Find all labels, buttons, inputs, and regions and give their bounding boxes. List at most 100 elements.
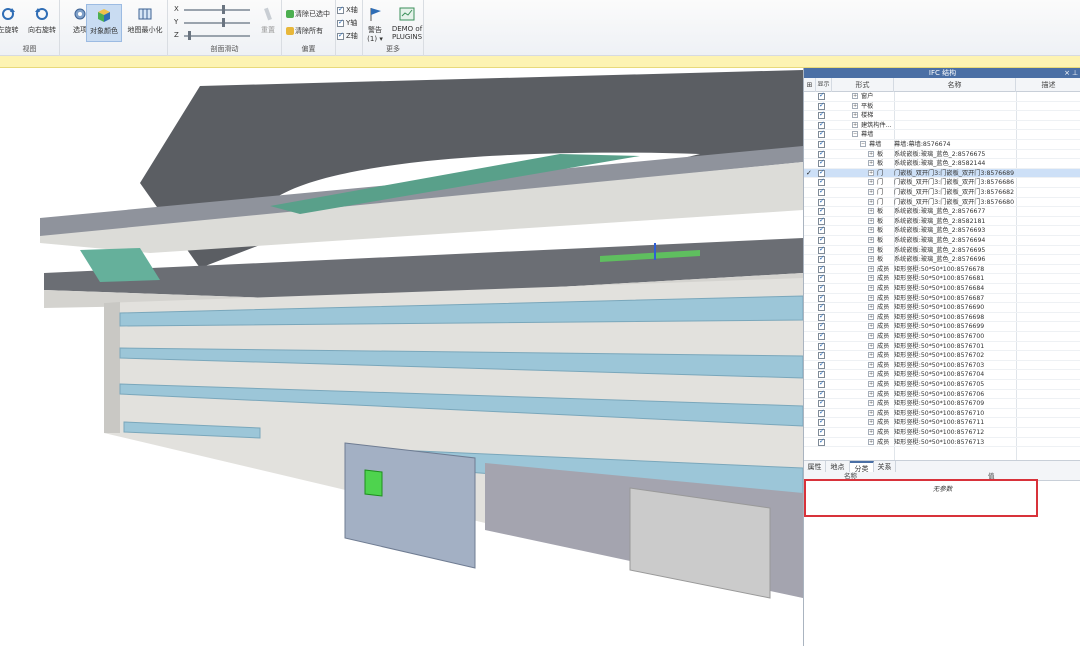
tree-row[interactable]: +成员矩形竖梃:50*50*100:8576710 bbox=[804, 408, 1080, 419]
tree-row[interactable]: +成员矩形竖梃:50*50*100:8576706 bbox=[804, 389, 1080, 400]
visibility-checkbox[interactable] bbox=[818, 379, 825, 388]
expand-toggle-icon[interactable]: + bbox=[868, 189, 874, 195]
tree-row[interactable]: +板 系统嵌板:玻璃_蓝色_2:8576675 bbox=[804, 149, 1080, 160]
tree-row[interactable]: +平板 bbox=[804, 101, 1080, 112]
expand-toggle-icon[interactable]: − bbox=[852, 131, 858, 138]
visibility-checkbox[interactable] bbox=[818, 273, 825, 283]
tree-row[interactable]: +门 门嵌板_双开门3:门嵌板_双开门3:8576680 bbox=[804, 197, 1080, 208]
visibility-checkbox[interactable] bbox=[818, 235, 825, 244]
visibility-checkbox[interactable] bbox=[818, 408, 825, 417]
tree-row[interactable]: +板 系统嵌板:玻璃_蓝色_2:8576677 bbox=[804, 206, 1080, 217]
visibility-checkbox[interactable] bbox=[818, 110, 825, 120]
visibility-checkbox[interactable] bbox=[818, 129, 825, 139]
tree-row[interactable]: +成员矩形竖梃:50*50*100:8576712 bbox=[804, 427, 1080, 438]
tree-row[interactable]: +成员矩形竖梃:50*50*100:8576709 bbox=[804, 398, 1080, 409]
visibility-checkbox[interactable] bbox=[818, 389, 825, 398]
tree-row[interactable]: +成员矩形竖梃:50*50*100:8576678 bbox=[804, 264, 1080, 275]
visibility-checkbox[interactable] bbox=[818, 225, 825, 235]
axis-x-toggle[interactable]: X轴 bbox=[337, 5, 358, 15]
tree-row[interactable]: +成员矩形竖梃:50*50*100:8576703 bbox=[804, 360, 1080, 371]
visibility-checkbox[interactable] bbox=[818, 398, 825, 408]
expand-toggle-icon[interactable]: + bbox=[852, 93, 858, 99]
expand-toggle-icon[interactable]: + bbox=[868, 160, 874, 167]
tree-row[interactable]: +窗户 bbox=[804, 92, 1080, 102]
tree-row[interactable]: +成员矩形竖梃:50*50*100:8576690 bbox=[804, 302, 1080, 313]
header-visible[interactable]: 显示 bbox=[816, 78, 832, 92]
visibility-checkbox[interactable] bbox=[818, 283, 825, 292]
tree-row[interactable]: +成员矩形竖梃:50*50*100:8576701 bbox=[804, 341, 1080, 352]
expand-toggle-icon[interactable]: + bbox=[868, 313, 874, 320]
close-icon[interactable]: × bbox=[1063, 68, 1071, 78]
tree-row[interactable]: +板 系统嵌板:玻璃_蓝色_2:8576695 bbox=[804, 245, 1080, 256]
3d-viewport[interactable] bbox=[0, 68, 803, 646]
visibility-checkbox[interactable] bbox=[818, 293, 825, 302]
rotate-right-button[interactable]: 向右旋转 bbox=[24, 4, 60, 42]
clip-slider-z-thumb[interactable] bbox=[188, 31, 191, 40]
expand-toggle-icon[interactable]: + bbox=[868, 323, 874, 330]
visibility-checkbox[interactable] bbox=[818, 216, 825, 225]
selected-door[interactable] bbox=[364, 469, 383, 497]
expand-toggle-icon[interactable]: + bbox=[868, 275, 874, 282]
tree-row[interactable]: −幕墙 bbox=[804, 129, 1080, 140]
visibility-checkbox[interactable] bbox=[818, 350, 825, 360]
tree-row[interactable]: +板 系统嵌板:玻璃_蓝色_2:8582144 bbox=[804, 158, 1080, 169]
tree-row[interactable]: +成员矩形竖梃:50*50*100:8576687 bbox=[804, 293, 1080, 304]
header-desc[interactable]: 描述 bbox=[1016, 78, 1080, 92]
tree-row[interactable]: +成员矩形竖梃:50*50*100:8576684 bbox=[804, 283, 1080, 294]
expand-toggle-icon[interactable]: + bbox=[868, 304, 874, 311]
visibility-checkbox[interactable] bbox=[818, 158, 825, 168]
building-model[interactable] bbox=[0, 68, 803, 646]
tree-row[interactable]: +成员矩形竖梃:50*50*100:8576705 bbox=[804, 379, 1080, 390]
expand-toggle-icon[interactable]: + bbox=[868, 381, 874, 387]
visibility-checkbox[interactable] bbox=[818, 139, 825, 148]
clip-slider-x-thumb[interactable] bbox=[222, 5, 225, 14]
axis-y-toggle[interactable]: Y轴 bbox=[337, 18, 357, 28]
expand-toggle-icon[interactable]: + bbox=[868, 342, 874, 349]
expand-toggle-icon[interactable]: + bbox=[868, 227, 874, 234]
tree-row[interactable]: +门 门嵌板_双开门3:门嵌板_双开门3:8576686 bbox=[804, 177, 1080, 188]
visibility-checkbox[interactable] bbox=[818, 321, 825, 331]
expand-toggle-icon[interactable]: + bbox=[868, 390, 874, 397]
clear-selected-button[interactable]: 清除已选中 bbox=[286, 9, 330, 19]
expand-toggle-icon[interactable]: + bbox=[868, 352, 874, 359]
reset-button[interactable]: 重置 bbox=[254, 4, 282, 42]
expand-toggle-icon[interactable]: + bbox=[868, 198, 874, 205]
expand-toggle-icon[interactable]: + bbox=[868, 400, 874, 407]
visibility-checkbox[interactable] bbox=[818, 360, 825, 369]
tree-row[interactable]: +成员矩形竖梃:50*50*100:8576702 bbox=[804, 350, 1080, 361]
tree-row[interactable]: +楼梯 bbox=[804, 110, 1080, 121]
expand-toggle-icon[interactable]: + bbox=[868, 150, 874, 157]
tree-row[interactable]: +板 系统嵌板:玻璃_蓝色_2:8582181 bbox=[804, 216, 1080, 227]
expand-toggle-icon[interactable]: + bbox=[868, 237, 874, 243]
visibility-checkbox[interactable] bbox=[818, 245, 825, 254]
ifc-tree[interactable]: +窗户+平板+楼梯+建筑构件...−幕墙−幕墙幕墙:幕墙:8576674+板系统… bbox=[804, 92, 1080, 520]
expand-toggle-icon[interactable]: + bbox=[868, 285, 874, 291]
visibility-checkbox[interactable] bbox=[818, 312, 825, 321]
expand-toggle-icon[interactable]: − bbox=[860, 141, 866, 147]
clip-slider-y-track[interactable] bbox=[184, 22, 250, 24]
expand-toggle-icon[interactable]: + bbox=[868, 208, 874, 215]
tree-row-selected[interactable]: ✓ +门 门嵌板_双开门3:门嵌板_双开门3:8576689 bbox=[804, 168, 1080, 179]
tree-row[interactable]: +建筑构件... bbox=[804, 120, 1080, 131]
visibility-checkbox[interactable] bbox=[818, 177, 825, 187]
visibility-checkbox[interactable] bbox=[818, 369, 825, 379]
clip-slider-y[interactable]: Y bbox=[174, 18, 254, 28]
expand-toggle-icon[interactable]: + bbox=[868, 246, 874, 253]
tree-row[interactable]: +成员矩形竖梃:50*50*100:8576699 bbox=[804, 321, 1080, 332]
axis-y-checkbox[interactable] bbox=[337, 18, 344, 27]
expand-toggle-icon[interactable]: + bbox=[868, 217, 874, 224]
visibility-checkbox[interactable] bbox=[818, 168, 825, 177]
visibility-checkbox[interactable] bbox=[818, 149, 825, 158]
tree-row[interactable]: +板 系统嵌板:玻璃_蓝色_2:8576693 bbox=[804, 225, 1080, 236]
expand-toggle-icon[interactable]: + bbox=[852, 102, 858, 109]
axis-x-checkbox[interactable] bbox=[337, 5, 344, 14]
object-color-button[interactable]: 对象颜色 bbox=[86, 4, 122, 42]
tree-row[interactable]: +成员矩形竖梃:50*50*100:8576711 bbox=[804, 417, 1080, 428]
clip-slider-z-track[interactable] bbox=[184, 35, 250, 37]
visibility-checkbox[interactable] bbox=[818, 437, 825, 446]
header-toggle[interactable]: ⊞ bbox=[804, 78, 816, 92]
pin-icon[interactable]: ⊥ bbox=[1071, 68, 1079, 78]
clear-all-button[interactable]: 清除所有 bbox=[286, 26, 323, 36]
expand-toggle-icon[interactable]: + bbox=[868, 179, 874, 186]
tree-row[interactable]: +成员矩形竖梃:50*50*100:8576681 bbox=[804, 273, 1080, 284]
